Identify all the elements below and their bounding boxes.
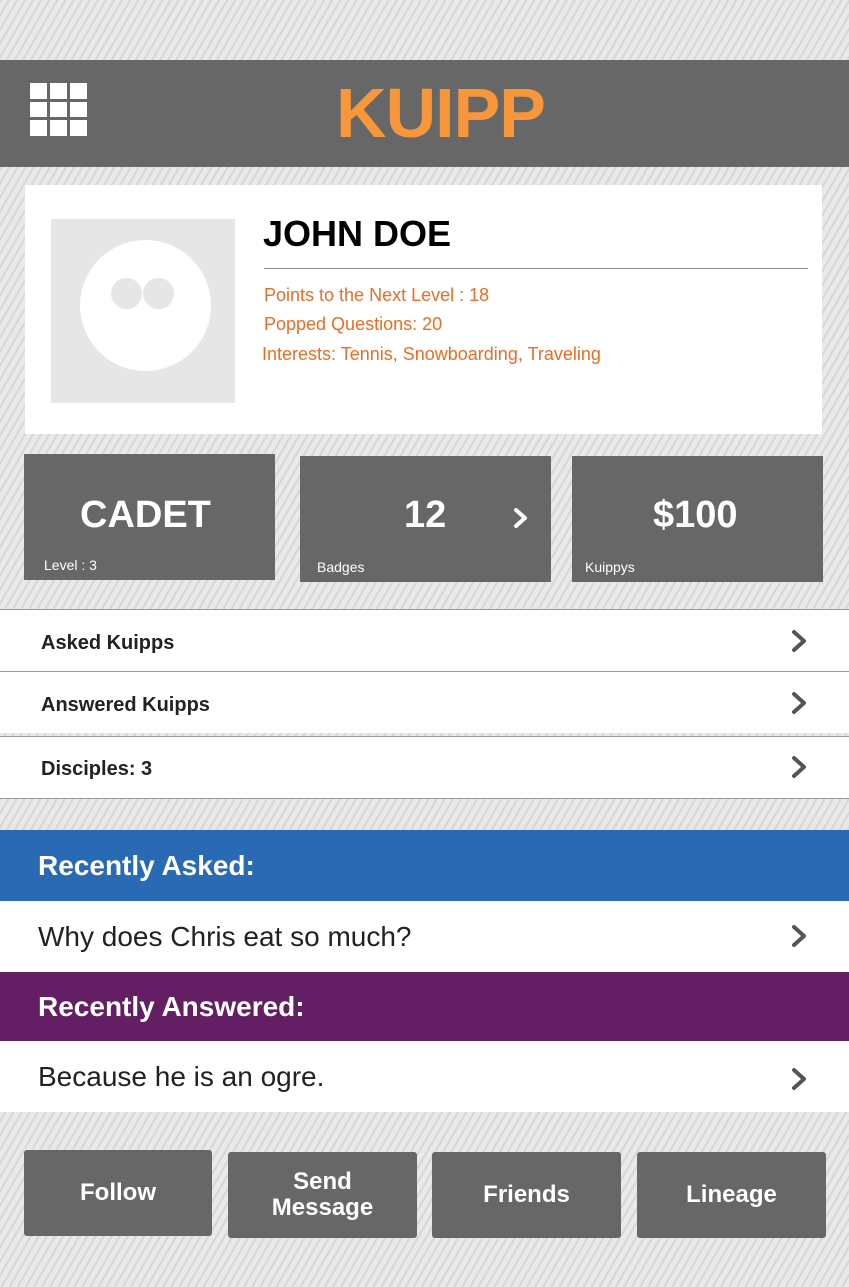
avatar-eye-right	[143, 278, 174, 309]
avatar-placeholder-icon	[80, 240, 211, 371]
follow-button[interactable]: Follow	[24, 1150, 212, 1236]
badges-count: 12	[404, 494, 447, 536]
chevron-right-icon	[792, 925, 806, 947]
disciples-label: Disciples: 3	[41, 758, 153, 780]
chevron-right-icon	[792, 692, 806, 714]
recently-answered-header: Recently Answered:	[0, 972, 849, 1041]
send-message-label-line2: Message	[271, 1194, 374, 1221]
chevron-right-icon	[514, 508, 527, 528]
recently-answered-item[interactable]: Because he is an ogre.	[0, 1041, 849, 1112]
recently-asked-header: Recently Asked:	[0, 830, 849, 901]
interests: Interests: Tennis, Snowboarding, Traveli…	[262, 344, 601, 364]
kuippys-value: $100	[653, 494, 738, 536]
send-message-label-line1: Send	[293, 1168, 352, 1195]
badges-caption: Badges	[317, 559, 365, 575]
asked-kuipps-label: Asked Kuipps	[41, 632, 175, 654]
avatar-eye-left	[111, 278, 142, 309]
friends-button[interactable]: Friends	[432, 1152, 621, 1238]
app-title: KUIPP	[336, 74, 546, 152]
kuippys-caption: Kuippys	[585, 559, 635, 575]
name-divider	[264, 268, 808, 269]
popped-questions: Popped Questions: 20	[264, 314, 443, 334]
answered-kuipps-label: Answered Kuipps	[41, 694, 210, 716]
level-caption: Level : 3	[44, 557, 97, 573]
chevron-right-icon	[792, 1068, 806, 1090]
lineage-button[interactable]: Lineage	[637, 1152, 826, 1238]
level-value: CADET	[80, 494, 211, 536]
send-message-button[interactable]: Send Message	[228, 1152, 417, 1238]
recently-asked-item[interactable]: Why does Chris eat so much?	[0, 901, 849, 972]
user-name: JOHN DOE	[263, 213, 452, 254]
chevron-right-icon	[792, 756, 806, 778]
chevron-right-icon	[792, 630, 806, 652]
points-to-next-level: Points to the Next Level : 18	[264, 285, 490, 305]
